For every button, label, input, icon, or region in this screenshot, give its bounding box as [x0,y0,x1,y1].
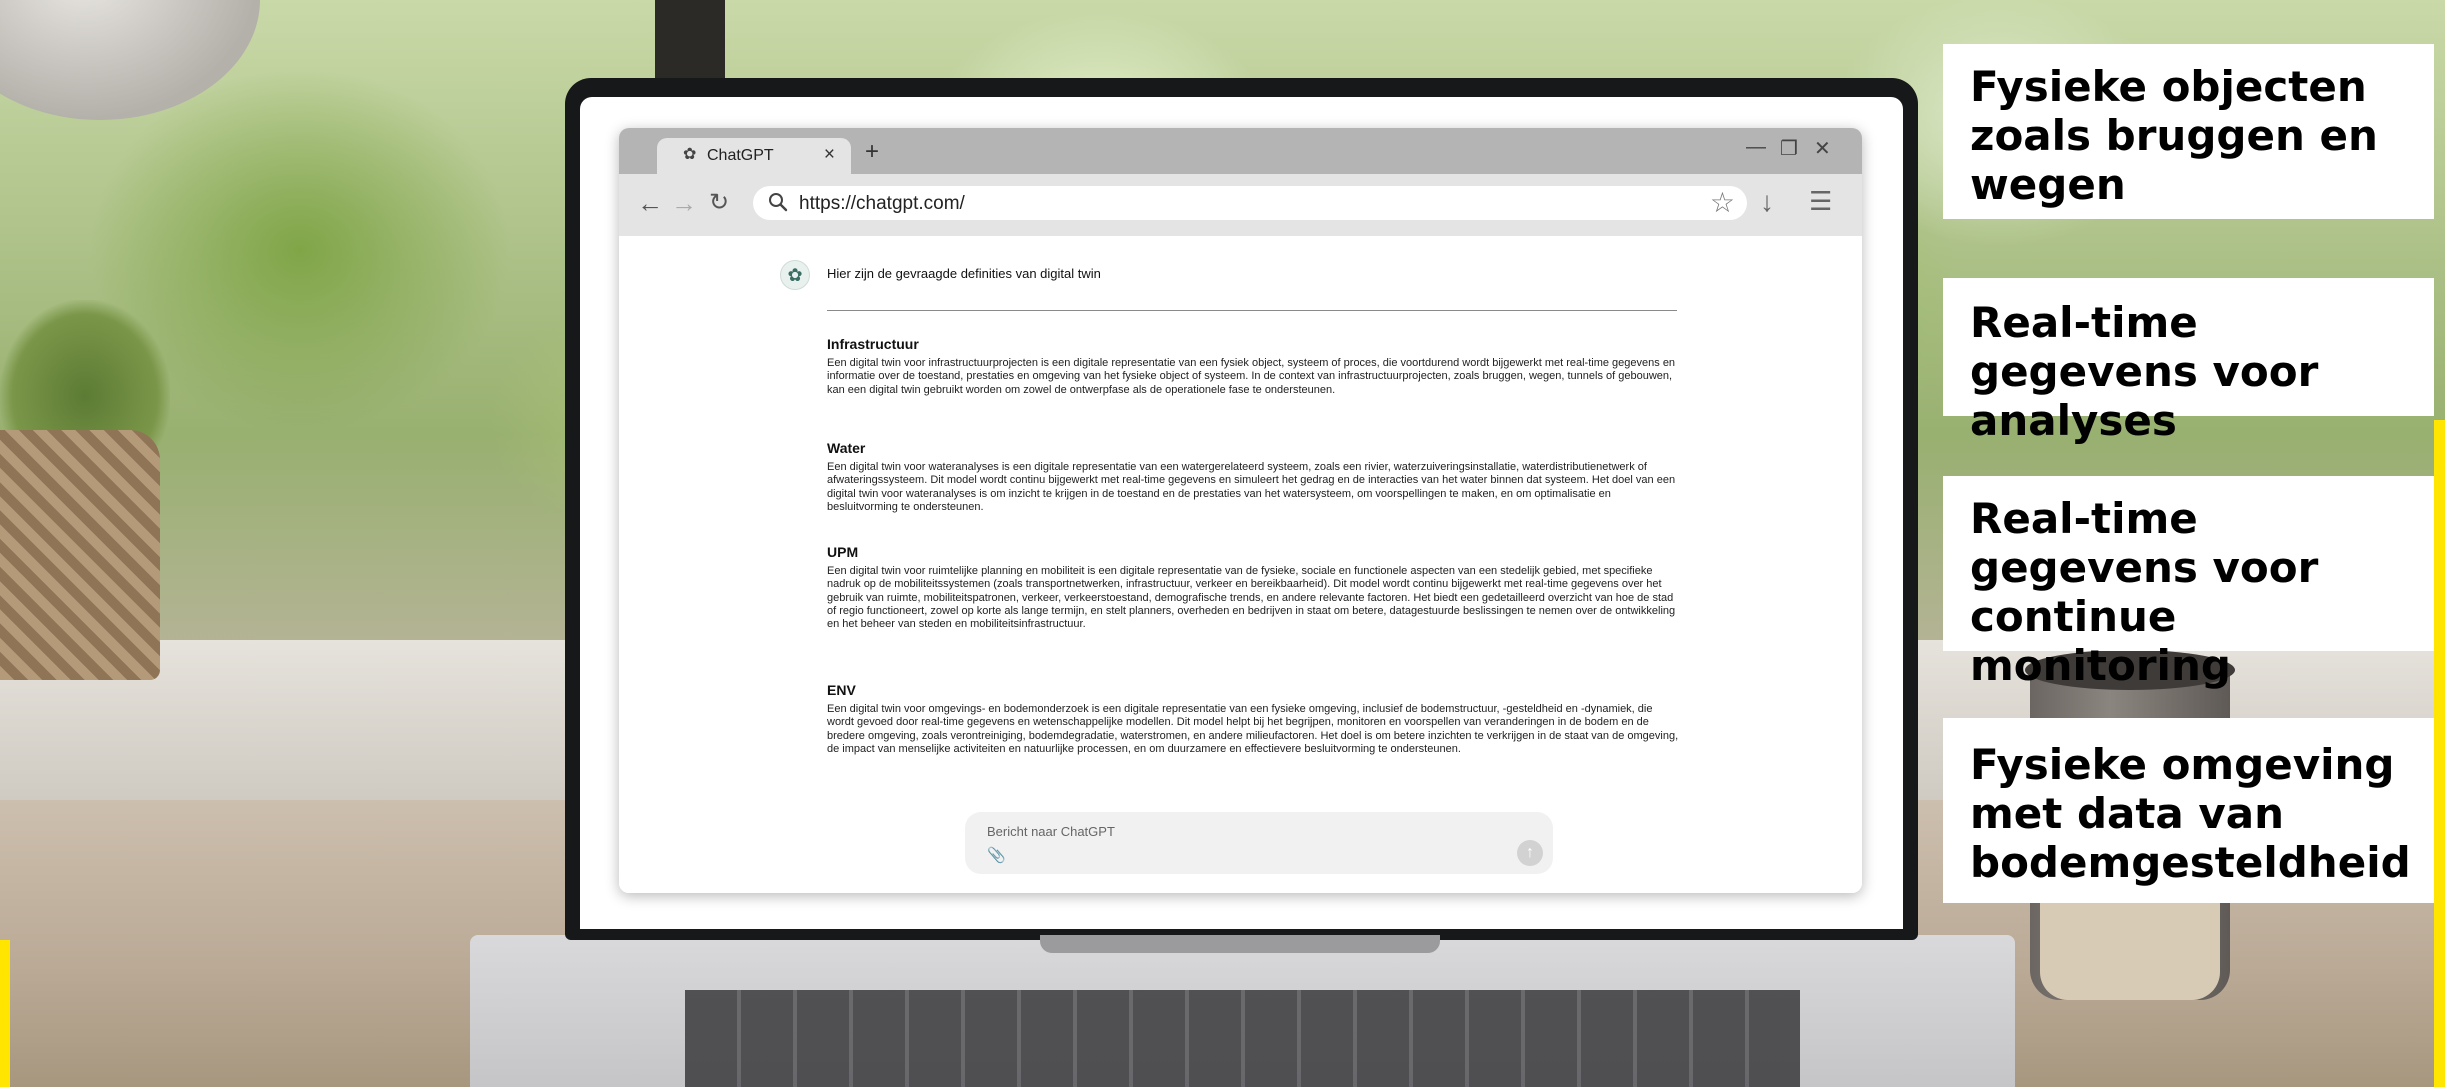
message-composer[interactable]: Bericht naar ChatGPT 📎 ↑ [965,812,1553,874]
menu-icon[interactable]: ☰ [1809,186,1832,217]
back-icon[interactable]: ← [637,188,663,219]
caption-text-1: Fysieke objecten zoals bruggen en wegen [1970,62,2378,209]
paperclip-icon[interactable]: 📎 [987,846,1006,864]
response-intro: Hier zijn de gevraagde definities van di… [827,266,1101,281]
chat-content: ✿ Hier zijn de gevraagde definities van … [619,236,1862,893]
forward-icon[interactable]: → [671,188,697,219]
section-heading-water: Water [827,440,866,456]
section-text-upm: Een digital twin voor ruimtelijke planni… [827,565,1676,631]
caption-card-3: Real-time gegevens voor continue monitor… [1943,476,2434,690]
lamp-shade [0,0,260,120]
caption-card-2: Real-time gegevens voor analyses [1943,278,2434,445]
tab-chatgpt[interactable]: ✿ ChatGPT × [657,138,851,174]
close-window-icon[interactable]: ✕ [1814,136,1831,161]
close-tab-icon[interactable]: × [824,144,835,166]
composer-placeholder: Bericht naar ChatGPT [987,824,1115,839]
restore-icon[interactable]: ❐ [1780,136,1798,161]
download-icon[interactable]: ↓ [1760,186,1774,218]
section-heading-upm: UPM [827,544,859,560]
url-text: https://chatgpt.com/ [799,193,965,214]
caption-text-2: Real-time gegevens voor analyses [1970,298,2319,445]
caption-text-4: Fysieke omgeving met data van bodemgeste… [1970,740,2411,887]
caption-card-4: Fysieke omgeving met data van bodemgeste… [1943,718,2434,903]
section-text-infrastructuur: Een digital twin voor infrastructuurproj… [827,357,1676,396]
section-text-water: Een digital twin voor wateranalyses is e… [827,461,1676,513]
reload-icon[interactable]: ↻ [709,188,729,217]
tab-title: ChatGPT [707,147,774,164]
caption-text-3: Real-time gegevens voor continue monitor… [1970,494,2319,690]
new-tab-button[interactable]: + [865,138,879,166]
browser-window: ✿ ChatGPT × + — ❐ ✕ ← → ↻ https://chatgp… [619,128,1862,893]
section-text-env: Een digital twin voor omgevings- en bode… [827,703,1679,755]
browser-toolbar: ← → ↻ https://chatgpt.com/ ☆ ↓ ☰ [619,174,1862,236]
section-heading-env: ENV [827,682,856,698]
chatgpt-avatar-icon: ✿ [780,260,810,290]
search-icon [769,193,788,212]
bookmark-star-icon[interactable]: ☆ [1710,186,1735,219]
laptop-hinge [1040,935,1440,953]
tab-bar: ✿ ChatGPT × + — ❐ ✕ [619,128,1862,174]
laptop-keyboard [685,990,1800,1087]
divider [827,310,1677,311]
send-arrow-up-icon[interactable]: ↑ [1517,840,1543,866]
wicker-basket [0,430,160,680]
caption-card-1: Fysieke objecten zoals bruggen en wegen [1943,44,2434,219]
chatgpt-logo-icon: ✿ [683,146,697,163]
minimize-icon[interactable]: — [1746,136,1766,159]
background-photo: ✿ ChatGPT × + — ❐ ✕ ← → ↻ https://chatgp… [0,0,2445,1087]
accent-bar-left [0,940,10,1087]
address-bar[interactable]: https://chatgpt.com/ ☆ [753,186,1747,220]
accent-bar-right [2434,420,2445,1087]
section-heading-infrastructuur: Infrastructuur [827,336,919,352]
